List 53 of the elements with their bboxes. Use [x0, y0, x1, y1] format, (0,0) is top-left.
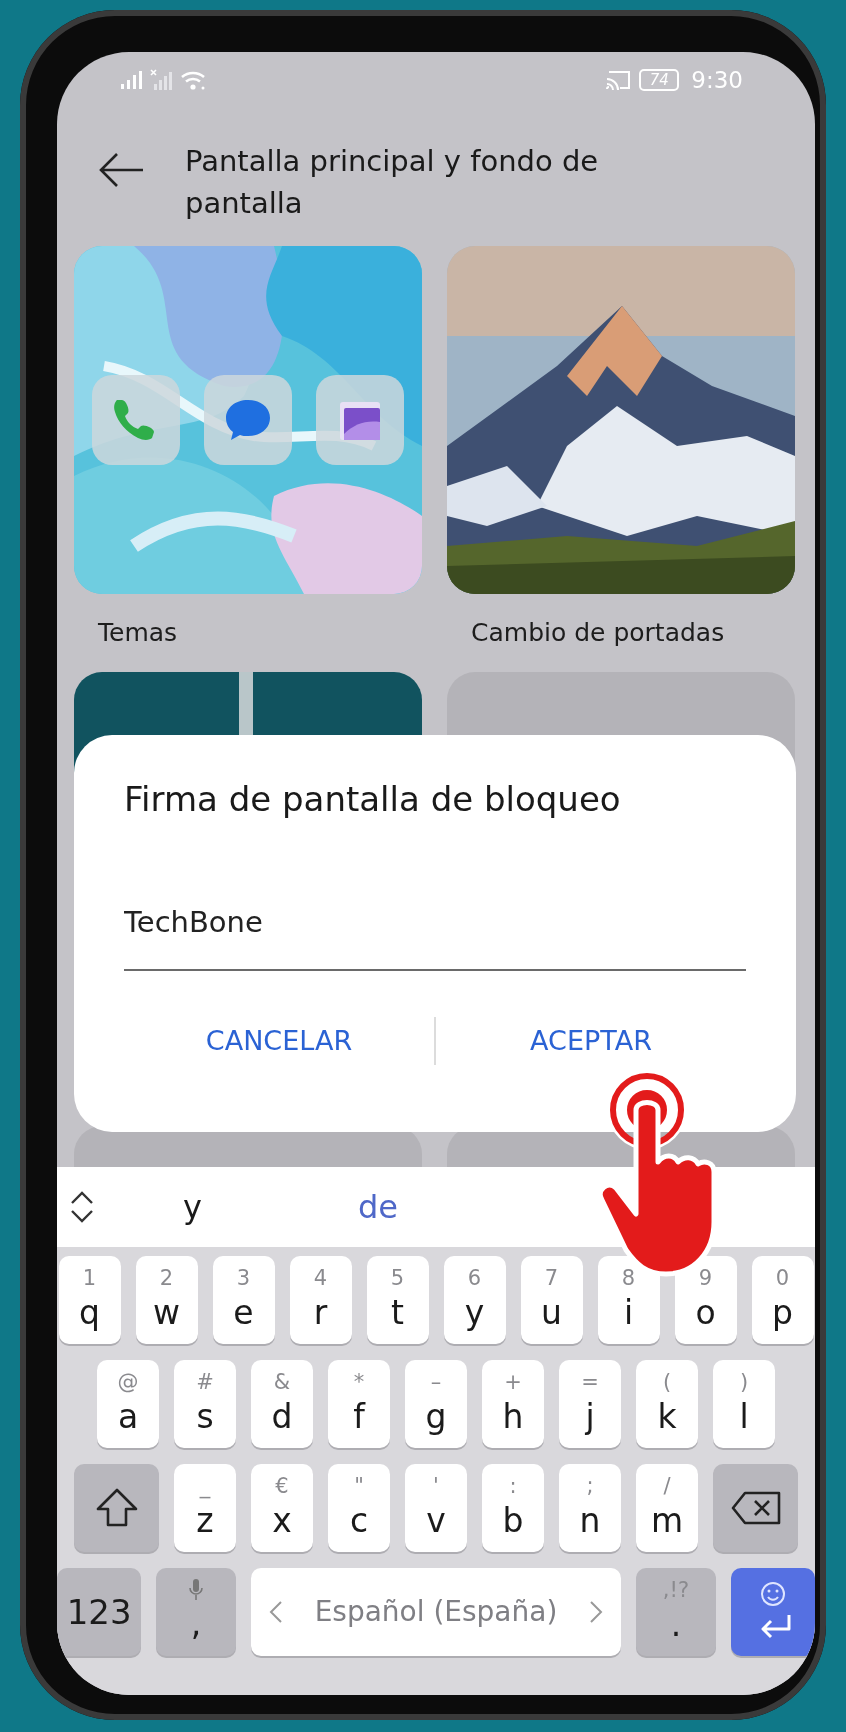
chevron-left-icon	[268, 1600, 283, 1624]
keyboard-key[interactable]: # s	[174, 1360, 236, 1448]
keyboard-key[interactable]: ) l	[713, 1360, 775, 1448]
keyboard-key[interactable]: = j	[559, 1360, 621, 1448]
comma-key[interactable]: ,	[156, 1568, 236, 1656]
keyboard-key[interactable]: 1 q	[58, 1256, 121, 1344]
backspace-key[interactable]	[713, 1464, 798, 1552]
keyboard-key[interactable]: 0 p	[751, 1256, 814, 1344]
keyboard-key[interactable]: ( k	[636, 1360, 698, 1448]
shift-icon	[94, 1487, 139, 1529]
keyboard-key[interactable]: & d	[251, 1360, 313, 1448]
keyboard-key[interactable]: 7 u	[520, 1256, 583, 1344]
keyboard-key[interactable]: 6 y	[443, 1256, 506, 1344]
signature-field[interactable]: TechBone	[124, 905, 746, 971]
numbers-key[interactable]: 123	[57, 1568, 142, 1656]
keyboard-key[interactable]: 3 e	[212, 1256, 275, 1344]
keyboard-key[interactable]: + h	[482, 1360, 544, 1448]
keyboard-key[interactable]: ' v	[405, 1464, 467, 1552]
keyboard-key[interactable]: 4 r	[289, 1256, 352, 1344]
chevron-right-icon	[589, 1600, 604, 1624]
keyboard-key[interactable]: 8 i	[597, 1256, 660, 1344]
battery-indicator: 74	[639, 69, 680, 91]
enter-key[interactable]	[730, 1568, 815, 1656]
tile-label: Temas	[97, 617, 179, 649]
expand-icon	[69, 1190, 95, 1224]
keyboard-key[interactable]: " c	[328, 1464, 390, 1552]
keyboard-key[interactable]: 9 o	[674, 1256, 737, 1344]
word-suggestion[interactable]: de	[329, 1188, 426, 1226]
accept-button[interactable]: ACEPTAR	[436, 1007, 746, 1074]
shift-key[interactable]	[74, 1464, 159, 1552]
signal-icon	[120, 70, 144, 90]
keyboard-key[interactable]: * f	[328, 1360, 390, 1448]
microphone-icon	[188, 1578, 205, 1602]
word-suggestion[interactable]: y	[155, 1188, 230, 1226]
cancel-button[interactable]: CANCELAR	[124, 1007, 434, 1074]
keyboard-key[interactable]: @ a	[97, 1360, 159, 1448]
keyboard-key[interactable]: : b	[482, 1464, 544, 1552]
keyboard-key[interactable]: 2 w	[135, 1256, 198, 1344]
no-signal-icon	[150, 69, 174, 91]
keyboard-key[interactable]: 5 t	[366, 1256, 429, 1344]
punctuation-key[interactable]: ,!? .	[636, 1568, 716, 1656]
keyboard-key[interactable]: / m	[636, 1464, 698, 1552]
smiley-icon	[759, 1581, 786, 1607]
keyboard-key[interactable]: ; n	[559, 1464, 621, 1552]
tile-label: Cambio de portadas	[470, 617, 726, 649]
backspace-icon	[730, 1491, 781, 1525]
keyboard-key[interactable]: € x	[251, 1464, 313, 1552]
keyboard-key[interactable]: – g	[405, 1360, 467, 1448]
clock: 9:30	[691, 67, 743, 93]
dialog-title: Firma de pantalla de bloqueo	[124, 778, 622, 821]
page-title: Pantalla principal y fondo de pantalla	[185, 143, 600, 222]
space-bar[interactable]: Español (España)	[250, 1568, 622, 1656]
keyboard-key[interactable]: _ z	[174, 1464, 236, 1552]
